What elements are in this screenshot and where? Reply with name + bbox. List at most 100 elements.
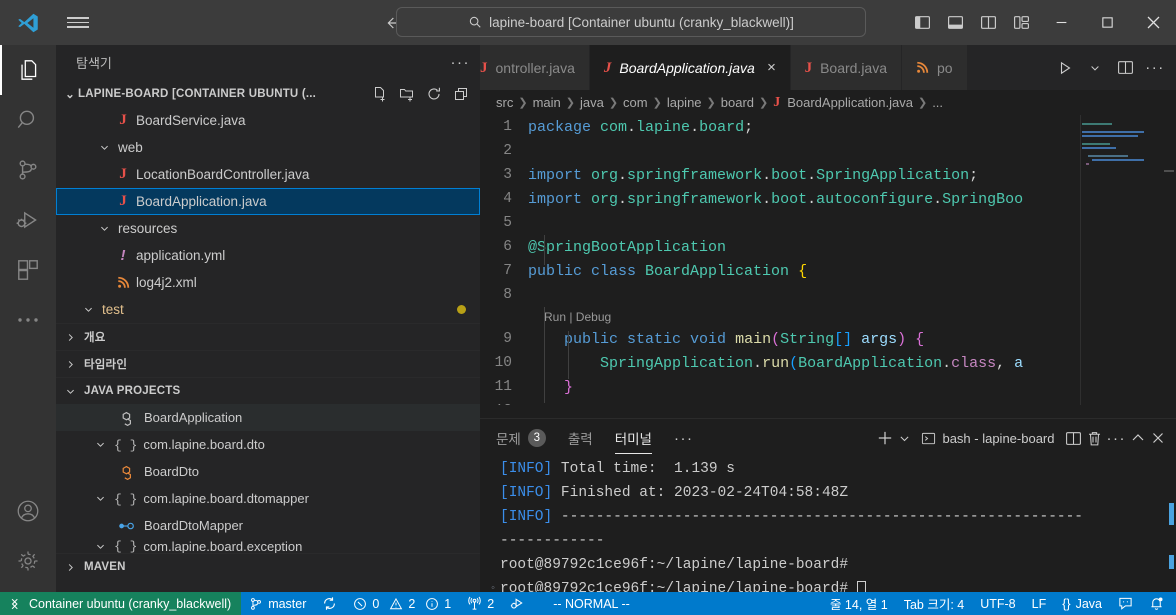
breadcrumb-item[interactable]: board — [721, 95, 754, 110]
class-icon — [114, 464, 140, 480]
new-folder-icon[interactable] — [396, 83, 418, 105]
minimize-icon[interactable] — [1038, 0, 1084, 45]
toggle-primary-sidebar-icon[interactable] — [906, 0, 939, 45]
close-icon[interactable] — [1130, 0, 1176, 45]
new-file-icon[interactable] — [369, 83, 391, 105]
java-package-row[interactable]: { } com.lapine.board.dto — [56, 431, 480, 458]
sidebar-item-explorer[interactable] — [0, 45, 56, 95]
collapse-all-icon[interactable] — [450, 83, 472, 105]
status-eol[interactable]: LF — [1024, 592, 1055, 615]
sidebar-item-search[interactable] — [0, 95, 56, 145]
split-terminal-icon[interactable] — [1065, 425, 1082, 451]
editor-scrollbar[interactable] — [1162, 115, 1176, 405]
minimap[interactable] — [1080, 115, 1162, 405]
line-number: 6 — [503, 239, 512, 255]
status-feedback[interactable] — [1110, 592, 1141, 615]
code-editor[interactable]: 1 package com. lapine. board; 2 3 import org. s… — [480, 115, 1176, 405]
hamburger-menu-icon[interactable] — [56, 0, 100, 45]
accounts-button[interactable] — [0, 486, 56, 536]
code-line: 7 public class BoardApplication { — [480, 259, 1176, 283]
maximize-icon[interactable] — [1084, 0, 1130, 45]
tree-folder[interactable]: web — [56, 134, 480, 161]
chevron-down-icon[interactable] — [1082, 53, 1108, 83]
project-header-label: LAPINE-BOARD [CONTAINER UBUNTU (... — [78, 87, 317, 100]
command-center-search[interactable]: lapine-board [Container ubuntu (cranky_b… — [396, 7, 866, 37]
chevron-down-icon — [62, 386, 78, 397]
java-type-row[interactable]: BoardApplication — [56, 404, 480, 431]
status-debug-run[interactable] — [502, 592, 533, 615]
java-package-row[interactable]: { } com.lapine.board.dtomapper — [56, 485, 480, 512]
breadcrumb-item[interactable]: java — [580, 95, 604, 110]
sidebar-item-run-and-debug[interactable] — [0, 195, 56, 245]
toggle-secondary-sidebar-icon[interactable] — [972, 0, 1005, 45]
split-editor-icon[interactable] — [1112, 53, 1138, 83]
code-lens[interactable]: Run | Debug — [480, 307, 1176, 327]
editor-tab-3[interactable]: po — [902, 45, 968, 90]
terminal-tab-selected[interactable]: bash - lapine-board — [915, 425, 1060, 451]
panel-tab-0[interactable]: 문제 3 — [496, 419, 546, 457]
breadcrumb-item[interactable]: src — [496, 95, 513, 110]
sidebar-title: 탐색기 ··· — [56, 45, 480, 80]
status-cursor-position[interactable]: 줄 14, 열 1 — [822, 592, 896, 615]
breadcrumb-item[interactable]: BoardApplication.java — [787, 95, 913, 110]
tab-label: Board.java — [820, 59, 888, 76]
tree-file[interactable]: ! application.yml — [56, 242, 480, 269]
editor-tab-1[interactable]: J BoardApplication.java × — [589, 45, 791, 90]
java-package-row[interactable]: { } com.lapine.board.exception — [56, 539, 480, 553]
panel-more-views[interactable]: ··· — [674, 430, 694, 447]
tree-file[interactable]: J BoardApplication.java — [56, 188, 480, 215]
new-terminal-dropdown-icon[interactable] — [898, 425, 911, 451]
status-branch[interactable]: master — [241, 592, 314, 615]
java-type-row[interactable]: BoardDto — [56, 458, 480, 485]
tree-file[interactable]: J LocationBoardController.java — [56, 161, 480, 188]
minimap-slider[interactable] — [1080, 115, 1162, 405]
breadcrumb-item[interactable]: lapine — [667, 95, 702, 110]
java-type-row[interactable]: BoardDtoMapper — [56, 512, 480, 539]
status-tab-size[interactable]: Tab 크기: 4 — [896, 592, 973, 615]
sidebar-more-actions[interactable]: ··· — [451, 54, 471, 71]
status-problems[interactable]: 0 2 1 — [345, 592, 459, 615]
refresh-icon[interactable] — [423, 83, 445, 105]
panel-tab-1[interactable]: 출력 — [568, 419, 593, 457]
status-ports[interactable]: 2 — [459, 592, 502, 615]
breadcrumb-item[interactable]: main — [533, 95, 561, 110]
manage-settings-button[interactable] — [0, 536, 56, 586]
tree-file[interactable]: J BoardService.java — [56, 107, 480, 134]
close-panel-icon[interactable] — [1150, 425, 1166, 451]
code-lens-label[interactable]: Run | Debug — [544, 310, 611, 324]
editor-tab-2[interactable]: J Board.java — [790, 45, 903, 90]
status-encoding[interactable]: UTF-8 — [972, 592, 1023, 615]
new-terminal-button[interactable] — [876, 425, 894, 451]
code-line: 4 import org. springframework. boot. autocon… — [480, 187, 1176, 211]
status-remote-indicator[interactable]: Container ubuntu (cranky_blackwell) — [0, 592, 242, 615]
chevron-down-icon — [92, 541, 108, 552]
kill-terminal-icon[interactable] — [1086, 425, 1103, 451]
section-header-0[interactable]: 개요 — [56, 323, 480, 350]
panel-tab-2[interactable]: 터미널 — [614, 419, 653, 457]
panel-views-more-icon[interactable]: ··· — [1107, 425, 1127, 451]
customize-layout-icon[interactable] — [1005, 0, 1038, 45]
section-header-2[interactable]: JAVA PROJECTS — [56, 377, 480, 404]
run-icon[interactable] — [1052, 53, 1078, 83]
sidebar-item-extensions[interactable] — [0, 245, 56, 295]
sidebar-item-source-control[interactable] — [0, 145, 56, 195]
maximize-panel-icon[interactable] — [1130, 425, 1146, 451]
status-notifications[interactable] — [1141, 592, 1176, 615]
more-actions-icon[interactable]: ··· — [1142, 53, 1168, 83]
tree-file[interactable]: log4j2.xml — [56, 269, 480, 296]
remote-icon — [11, 598, 18, 609]
section-header-3[interactable]: MAVEN — [56, 553, 480, 580]
terminal-output[interactable]: [INFO] Total time: 1.139 s [INFO] Finishe… — [480, 457, 1176, 601]
editor-tab-0[interactable]: Jontroller.java — [480, 45, 590, 90]
status-language-mode[interactable]: {} Java — [1054, 592, 1110, 615]
toggle-panel-icon[interactable] — [939, 0, 972, 45]
explorer-project-header[interactable]: ⌄ LAPINE-BOARD [CONTAINER UBUNTU (... — [56, 80, 480, 107]
breadcrumb-item[interactable]: ... — [932, 95, 943, 110]
tab-close-icon[interactable]: × — [767, 59, 776, 76]
sidebar-item-more[interactable] — [0, 295, 56, 345]
tree-folder[interactable]: resources — [56, 215, 480, 242]
breadcrumb-item[interactable]: com — [623, 95, 648, 110]
status-sync[interactable] — [314, 592, 345, 615]
section-header-1[interactable]: 타임라인 — [56, 350, 480, 377]
tree-folder[interactable]: test — [56, 296, 480, 323]
